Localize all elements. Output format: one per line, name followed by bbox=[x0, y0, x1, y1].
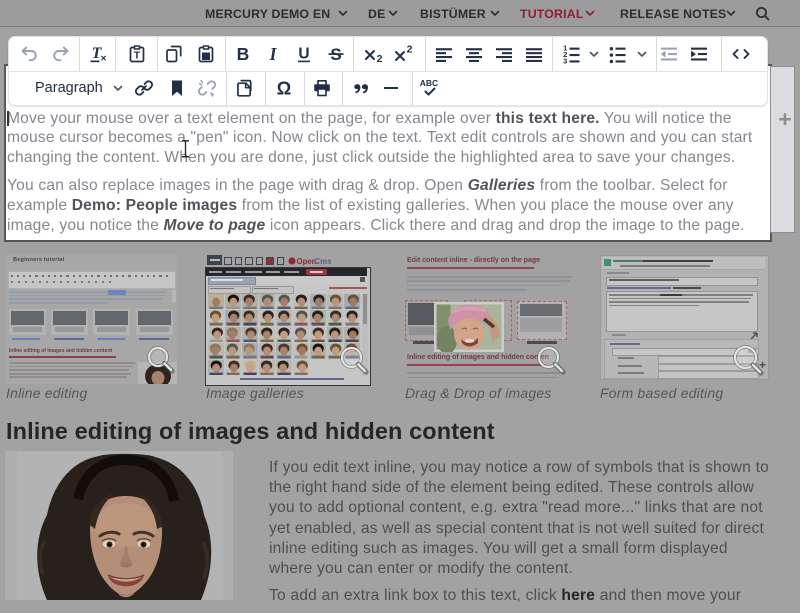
svg-text:U: U bbox=[298, 46, 309, 63]
svg-text:3: 3 bbox=[563, 56, 567, 65]
svg-text:I: I bbox=[269, 44, 278, 64]
svg-text:2: 2 bbox=[377, 53, 383, 65]
svg-text:×: × bbox=[101, 54, 107, 65]
svg-text:Ω: Ω bbox=[277, 79, 291, 99]
svg-text:Cms: Cms bbox=[315, 257, 333, 266]
svg-text:2: 2 bbox=[407, 44, 413, 56]
svg-text:B: B bbox=[237, 44, 250, 64]
svg-text:T: T bbox=[134, 50, 141, 62]
svg-text:ABC: ABC bbox=[420, 78, 438, 88]
